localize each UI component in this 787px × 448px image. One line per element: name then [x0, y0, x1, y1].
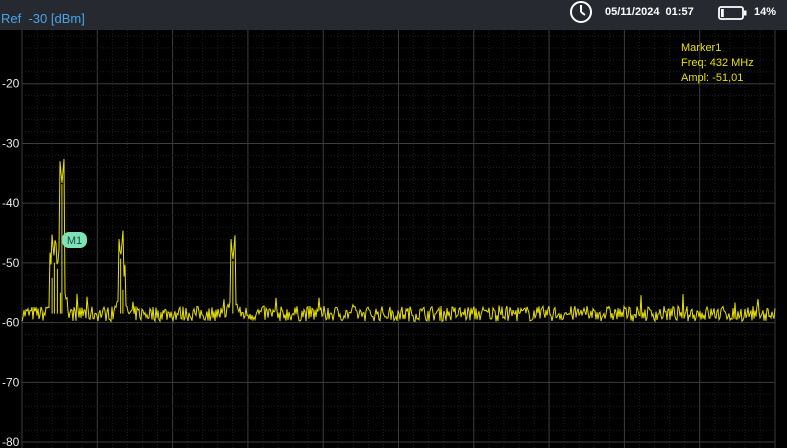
spectrum-plot[interactable]: -20 -30 -40 -50 -60 -70 -80 M1 Marker1 Freq: 4…: [0, 30, 787, 448]
y-tick-label: -50: [2, 256, 20, 270]
y-axis-labels: -20 -30 -40 -50 -60 -70 -80: [2, 77, 20, 448]
y-tick-label: -30: [2, 136, 20, 150]
datetime: 05/11/2024 01:57: [605, 6, 694, 18]
plot-grid: [21, 30, 776, 448]
marker-freq: Freq: 432 MHz: [681, 57, 754, 69]
clock-icon[interactable]: [568, 0, 594, 26]
status-bar: Ref -30 [dBm] 05/11/2024 01:57 14%: [0, 0, 787, 30]
marker-title: Marker1: [681, 42, 721, 54]
y-tick-label: -80: [2, 435, 20, 448]
ref-prefix: Ref: [1, 11, 22, 26]
marker-badge-label: M1: [67, 235, 82, 247]
battery-fill: [721, 9, 724, 17]
marker-badge[interactable]: M1: [62, 232, 87, 248]
y-tick-label: -70: [2, 375, 20, 389]
y-tick-label: -40: [2, 196, 20, 210]
ref-value: -30 [dBm]: [28, 11, 85, 26]
marker-ampl: Ampl: -51,01: [681, 72, 743, 84]
y-tick-label: -20: [2, 77, 20, 91]
battery-percent: 14%: [754, 6, 777, 18]
reference-level: Ref -30 [dBm]: [1, 11, 85, 26]
battery-icon: [718, 6, 747, 20]
y-tick-label: -60: [2, 316, 20, 330]
